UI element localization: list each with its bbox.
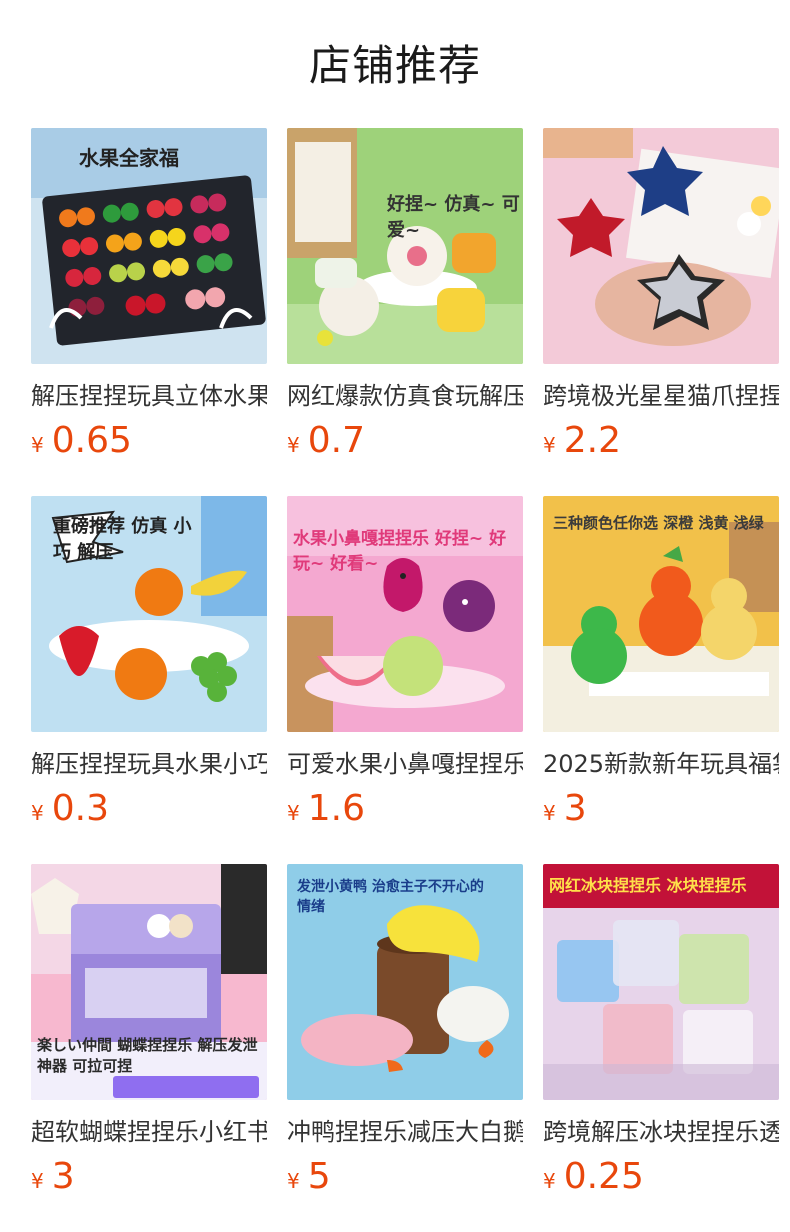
product-image[interactable]: 楽しい仲間 蝴蝶捏捏乐 解压发泄神器 可拉可捏 (31, 864, 267, 1100)
product-name[interactable]: 冲鸭捏捏乐减压大白鹅玩具 (287, 1112, 523, 1152)
squishy-duck-image (287, 864, 523, 1100)
product-grid: 水果全家福 解压捏捏玩具立体水果全家福 ¥0.65 (31, 128, 779, 1232)
product-name[interactable]: 可爱水果小鼻嘎捏捏乐 (287, 744, 523, 784)
product-image[interactable]: 发泄小黄鸭 治愈主子不开心的情绪 (287, 864, 523, 1100)
ice-cube-squishy-image (543, 864, 779, 1100)
product-name[interactable]: 解压捏捏玩具水果小巧仿真 (31, 744, 267, 784)
product-name[interactable]: 跨境解压冰块捏捏乐透明 (543, 1112, 779, 1152)
fruit-squishy-image (31, 496, 267, 732)
product-price: ¥0.7 (287, 418, 523, 464)
fruit-face-squishy-image (287, 496, 523, 732)
product-price: ¥0.3 (31, 786, 267, 832)
currency-symbol: ¥ (543, 433, 556, 457)
product-image[interactable]: 好捏~ 仿真~ 可爱~ (287, 128, 523, 364)
price-value: 0.7 (307, 420, 365, 461)
product-card[interactable]: 跨境极光星星猫爪捏捏乐 ¥2.2 (543, 128, 779, 496)
product-name[interactable]: 2025新款新年玩具福袋捏捏 (543, 744, 779, 784)
product-image[interactable]: 重磅推荐 仿真 小巧 解压 (31, 496, 267, 732)
butterfly-squishy-box-image (31, 864, 267, 1100)
currency-symbol: ¥ (287, 433, 300, 457)
product-price: ¥5 (287, 1154, 523, 1200)
product-price: ¥1.6 (287, 786, 523, 832)
currency-symbol: ¥ (543, 801, 556, 825)
section-title: 店铺推荐 (308, 41, 481, 90)
product-card[interactable]: 重磅推荐 仿真 小巧 解压 解压捏捏玩具水果小巧仿真 ¥0.3 (31, 496, 267, 864)
product-image[interactable] (543, 128, 779, 364)
fruit-tray-image (31, 128, 267, 364)
product-price: ¥0.65 (31, 418, 267, 464)
product-card[interactable]: 网红冰块捏捏乐 冰块捏捏乐 跨境解压冰块捏捏乐透明 ¥0.25 (543, 864, 779, 1232)
price-value: 5 (307, 1156, 331, 1197)
currency-symbol: ¥ (287, 801, 300, 825)
product-name[interactable]: 跨境极光星星猫爪捏捏乐 (543, 376, 779, 416)
gourd-squishy-image (543, 496, 779, 732)
price-value: 1.6 (307, 788, 365, 829)
price-value: 0.65 (51, 420, 132, 461)
star-glitter-squishy-image (543, 128, 779, 364)
product-name[interactable]: 解压捏捏玩具立体水果全家福 (31, 376, 267, 416)
store-recommendation-page: 店铺推荐 水果全家福 解压捏捏玩具立体水果 ¥ 0.65 好捏~ 仿真~ 可爱~… (0, 0, 790, 1232)
price-value: 0.25 (563, 1156, 644, 1197)
product-card[interactable]: 水果小鼻嘎捏捏乐 好捏~ 好玩~ 好看~ 可爱水果小鼻嘎捏捏乐 ¥1.6 (287, 496, 523, 864)
currency-symbol: ¥ (31, 433, 44, 457)
currency-symbol: ¥ (287, 1169, 300, 1193)
product-price: ¥0.25 (543, 1154, 779, 1200)
product-image[interactable]: 网红冰块捏捏乐 冰块捏捏乐 (543, 864, 779, 1100)
product-card[interactable]: 楽しい仲間 蝴蝶捏捏乐 解压发泄神器 可拉可捏 超软蝴蝶捏捏乐小红书同款 ¥3 (31, 864, 267, 1232)
cute-food-squishy-image (287, 128, 523, 364)
product-price: ¥3 (543, 786, 779, 832)
product-image[interactable]: 三种颜色任你选 深橙 浅黄 浅绿 (543, 496, 779, 732)
product-name[interactable]: 超软蝴蝶捏捏乐小红书同款 (31, 1112, 267, 1152)
price-value: 3 (563, 788, 587, 829)
currency-symbol: ¥ (31, 801, 44, 825)
product-card[interactable]: 水果全家福 解压捏捏玩具立体水果全家福 ¥0.65 (31, 128, 267, 496)
currency-symbol: ¥ (543, 1169, 556, 1193)
product-image[interactable]: 水果小鼻嘎捏捏乐 好捏~ 好玩~ 好看~ (287, 496, 523, 732)
product-card[interactable]: 三种颜色任你选 深橙 浅黄 浅绿 2025新款新年玩具福袋捏捏 ¥3 (543, 496, 779, 864)
product-image[interactable]: 水果全家福 (31, 128, 267, 364)
price-value: 3 (51, 1156, 75, 1197)
product-card[interactable]: 发泄小黄鸭 治愈主子不开心的情绪 冲鸭捏捏乐减压大白鹅玩具 ¥5 (287, 864, 523, 1232)
product-name[interactable]: 网红爆款仿真食玩解压捏捏乐 (287, 376, 523, 416)
price-value: 2.2 (563, 420, 621, 461)
product-price: ¥3 (31, 1154, 267, 1200)
product-card[interactable]: 好捏~ 仿真~ 可爱~ 网红爆款仿真食玩解压捏捏乐 ¥0.7 (287, 128, 523, 496)
product-price: ¥2.2 (543, 418, 779, 464)
price-value: 0.3 (51, 788, 109, 829)
currency-symbol: ¥ (31, 1169, 44, 1193)
